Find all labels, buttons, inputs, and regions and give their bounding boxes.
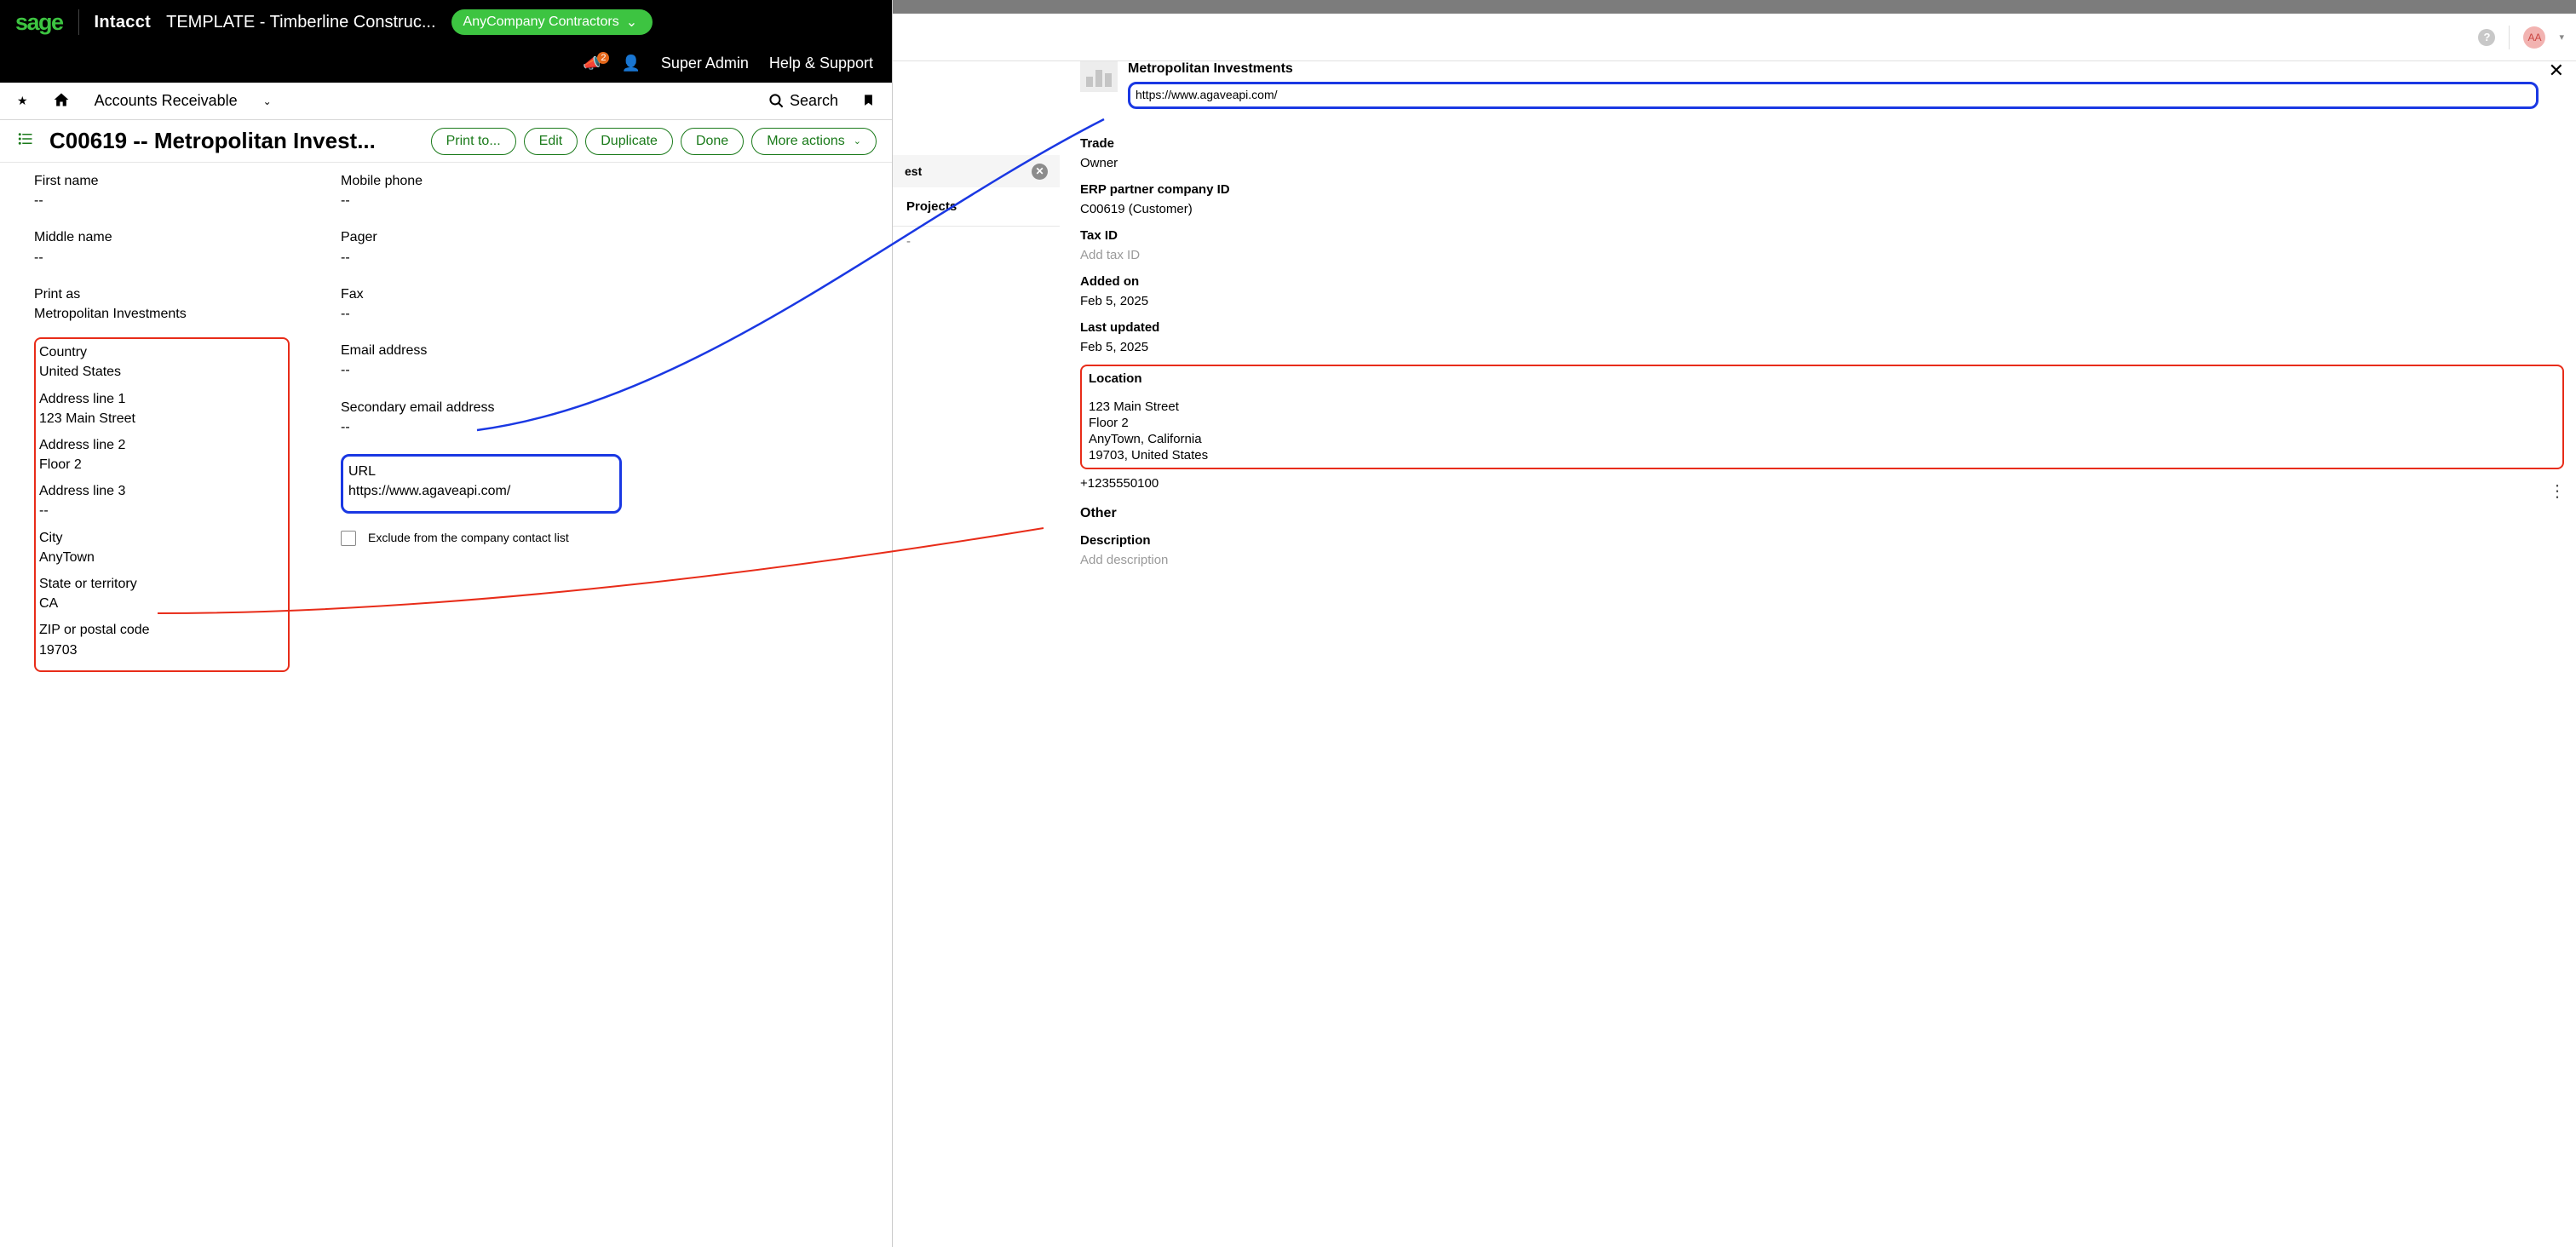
template-title: TEMPLATE - Timberline Construc... <box>166 13 435 32</box>
help-icon[interactable]: ? <box>2478 29 2495 46</box>
field-middle-name: Middle name -- <box>34 227 290 270</box>
erp-value: C00619 (Customer) <box>1080 202 2564 216</box>
right-top-grey-bar <box>893 0 2576 14</box>
added-value: Feb 5, 2025 <box>1080 294 2564 308</box>
field-pager: Pager -- <box>341 227 622 270</box>
phone-value: +1235550100 <box>1080 476 2564 491</box>
projects-tab[interactable]: Projects <box>893 187 1060 227</box>
location-label: Location <box>1089 371 2556 386</box>
address-annotation-box: Country United States Address line 1 123… <box>34 337 290 672</box>
location-line2: Floor 2 <box>1089 416 2556 430</box>
field-address-2: Address line 2 Floor 2 <box>39 435 281 474</box>
favorites-icon[interactable]: ★ <box>17 94 28 108</box>
url-annotation-box: URL https://www.agaveapi.com/ <box>341 454 622 514</box>
field-print-as: Print as Metropolitan Investments <box>34 284 290 327</box>
url-annotation-box-right: https://www.agaveapi.com/ <box>1128 82 2539 109</box>
field-address-1: Address line 1 123 Main Street <box>39 389 281 428</box>
location-annotation-box: Location 123 Main Street Floor 2 AnyTown… <box>1080 365 2564 469</box>
bookmark-icon[interactable] <box>862 91 875 111</box>
company-title: Metropolitan Investments <box>1128 61 2539 77</box>
divider <box>78 9 79 35</box>
chevron-down-icon: ⌄ <box>854 135 861 147</box>
module-label: Accounts Receivable <box>95 92 238 110</box>
avatar[interactable]: AA <box>2523 26 2545 49</box>
exclude-checkbox-row[interactable]: Exclude from the company contact list <box>341 531 622 546</box>
field-state: State or territory CA <box>39 574 281 613</box>
field-zip: ZIP or postal code 19703 <box>39 620 281 659</box>
field-country: Country United States <box>39 342 281 382</box>
field-url: URL https://www.agaveapi.com/ <box>348 462 612 501</box>
sidebar-toggle-icon[interactable] <box>17 131 34 152</box>
description-placeholder[interactable]: Add description <box>1080 553 2564 567</box>
close-icon[interactable]: ✕ <box>1032 164 1048 180</box>
field-fax: Fax -- <box>341 284 622 327</box>
home-icon[interactable] <box>52 91 71 111</box>
print-button[interactable]: Print to... <box>431 128 516 155</box>
est-tab[interactable]: est ✕ <box>893 155 1060 187</box>
user-link[interactable]: Super Admin <box>661 55 749 72</box>
company-name: AnyCompany Contractors <box>463 14 619 30</box>
trade-value: Owner <box>1080 156 2564 170</box>
empty-indicator: - <box>893 228 1060 254</box>
field-email-secondary: Secondary email address -- <box>341 398 622 440</box>
chevron-down-icon: ⌄ <box>626 14 637 31</box>
module-dropdown[interactable]: Accounts Receivable ⌄ <box>95 92 272 110</box>
added-label: Added on <box>1080 274 2564 289</box>
company-icon <box>1080 61 1118 92</box>
chevron-down-icon: ⌄ <box>263 95 272 107</box>
close-panel-icon[interactable]: ✕ <box>2549 61 2564 80</box>
location-line1: 123 Main Street <box>1089 399 2556 414</box>
duplicate-button[interactable]: Duplicate <box>585 128 673 155</box>
caret-down-icon[interactable]: ▾ <box>2559 32 2564 43</box>
intacct-label: Intacct <box>95 13 152 32</box>
exclude-label: Exclude from the company contact list <box>368 531 569 544</box>
help-link[interactable]: Help & Support <box>769 55 873 72</box>
sage-logo: sage <box>15 9 63 36</box>
projects-label: Projects <box>906 199 957 214</box>
notifications-button[interactable]: 📣 2 <box>583 55 601 72</box>
field-mobile: Mobile phone -- <box>341 171 622 214</box>
description-label: Description <box>1080 533 2564 548</box>
erp-label: ERP partner company ID <box>1080 182 2564 197</box>
field-address-3: Address line 3 -- <box>39 481 281 520</box>
search-label: Search <box>790 92 838 110</box>
field-first-name: First name -- <box>34 171 290 214</box>
tax-label: Tax ID <box>1080 228 2564 243</box>
search-button[interactable]: Search <box>768 92 838 110</box>
kebab-icon[interactable]: ⋮ <box>2549 480 2564 502</box>
checkbox-icon[interactable] <box>341 531 356 546</box>
more-actions-label: More actions <box>767 134 845 149</box>
company-switcher[interactable]: AnyCompany Contractors ⌄ <box>451 9 653 35</box>
trade-label: Trade <box>1080 136 2564 151</box>
est-label: est <box>905 164 922 178</box>
updated-label: Last updated <box>1080 320 2564 335</box>
tax-placeholder[interactable]: Add tax ID <box>1080 248 2564 262</box>
other-heading: Other <box>1080 506 2564 521</box>
edit-button[interactable]: Edit <box>524 128 578 155</box>
location-line4: 19703, United States <box>1089 448 2556 463</box>
updated-value: Feb 5, 2025 <box>1080 340 2564 354</box>
field-city: City AnyTown <box>39 528 281 567</box>
done-button[interactable]: Done <box>681 128 744 155</box>
notification-badge: 2 <box>597 52 609 64</box>
page-title: C00619 -- Metropolitan Invest... <box>49 128 431 154</box>
field-email: Email address -- <box>341 341 622 383</box>
user-icon: 👤 <box>621 55 640 72</box>
divider <box>2509 26 2510 49</box>
more-actions-button[interactable]: More actions ⌄ <box>751 128 877 155</box>
location-line3: AnyTown, California <box>1089 432 2556 446</box>
company-url[interactable]: https://www.agaveapi.com/ <box>1136 88 1278 101</box>
